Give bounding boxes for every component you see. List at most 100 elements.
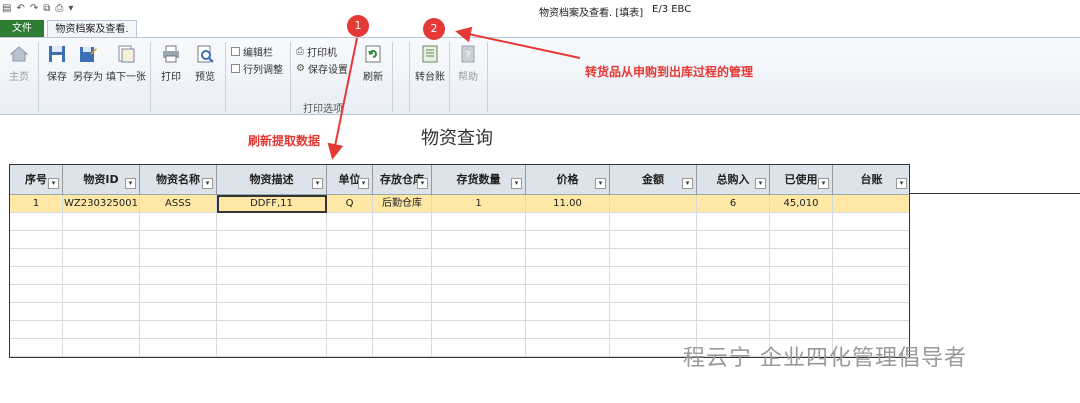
table-row[interactable] [10,285,909,303]
table-cell[interactable] [833,195,909,213]
table-cell[interactable] [217,267,327,285]
table-row[interactable] [10,231,909,249]
table-cell[interactable] [833,303,909,321]
table-cell[interactable] [697,231,770,249]
table-cell[interactable] [610,213,697,231]
table-cell[interactable] [432,231,526,249]
table-cell[interactable] [610,303,697,321]
table-cell[interactable] [697,249,770,267]
filter-dropdown-icon[interactable]: ▾ [202,178,213,189]
table-cell[interactable] [610,195,697,213]
table-cell[interactable] [63,303,140,321]
table-cell[interactable] [10,303,63,321]
table-cell[interactable] [140,213,217,231]
table-cell[interactable] [10,231,63,249]
filter-dropdown-icon[interactable]: ▾ [896,178,907,189]
table-cell[interactable] [10,285,63,303]
table-cell[interactable] [217,303,327,321]
table-cell[interactable] [610,267,697,285]
column-header[interactable]: 总购入 ▾ [697,165,770,195]
table-cell[interactable]: 11.00 [526,195,610,213]
table-row[interactable] [10,249,909,267]
table-cell[interactable] [217,285,327,303]
table-cell[interactable] [217,339,327,357]
table-cell[interactable] [373,321,432,339]
table-cell[interactable] [770,285,833,303]
table-cell[interactable]: 1 [10,195,63,213]
column-header[interactable]: 存货数量 ▾ [432,165,526,195]
table-cell[interactable] [10,339,63,357]
table-cell[interactable] [526,303,610,321]
table-cell[interactable] [140,249,217,267]
table-cell[interactable] [610,321,697,339]
table-cell[interactable] [610,231,697,249]
filter-dropdown-icon[interactable]: ▾ [818,178,829,189]
table-cell[interactable] [217,231,327,249]
table-cell[interactable] [526,339,610,357]
table-cell[interactable] [610,285,697,303]
filter-dropdown-icon[interactable]: ▾ [417,178,428,189]
table-cell[interactable] [63,321,140,339]
table-cell[interactable] [63,285,140,303]
table-cell[interactable] [833,213,909,231]
filter-dropdown-icon[interactable]: ▾ [755,178,766,189]
table-cell[interactable] [432,213,526,231]
table-cell[interactable] [432,303,526,321]
table-cell[interactable] [140,285,217,303]
table-cell[interactable]: Q [327,195,373,213]
table-cell[interactable] [327,285,373,303]
table-cell[interactable] [526,285,610,303]
table-cell[interactable] [217,249,327,267]
table-cell[interactable] [373,231,432,249]
table-cell[interactable] [833,249,909,267]
column-header[interactable]: 价格 ▾ [526,165,610,195]
table-cell[interactable] [63,267,140,285]
filter-dropdown-icon[interactable]: ▾ [595,178,606,189]
table-cell[interactable]: 6 [697,195,770,213]
table-cell[interactable] [526,249,610,267]
table-row[interactable] [10,267,909,285]
table-cell[interactable] [10,267,63,285]
table-row[interactable]: 1 WZ230325001 ASSS DDFF,11 Q 后勤仓库 1 11.00 6 45,01… [10,195,909,213]
table-cell[interactable] [140,303,217,321]
table-cell[interactable]: 45,010 [770,195,833,213]
table-cell[interactable] [697,213,770,231]
table-cell[interactable] [770,321,833,339]
table-cell[interactable] [327,339,373,357]
table-row[interactable] [10,213,909,231]
table-cell[interactable] [327,267,373,285]
column-header[interactable]: 物资名称 ▾ [140,165,217,195]
table-cell[interactable] [770,213,833,231]
column-header[interactable]: 台账 ▾ [833,165,909,195]
filter-dropdown-icon[interactable]: ▾ [358,178,369,189]
filter-dropdown-icon[interactable]: ▾ [511,178,522,189]
table-row[interactable] [10,321,909,339]
filter-dropdown-icon[interactable]: ▾ [682,178,693,189]
table-cell[interactable] [697,285,770,303]
table-cell[interactable] [526,321,610,339]
table-cell[interactable] [10,249,63,267]
table-cell[interactable]: WZ230325001 [63,195,140,213]
table-cell[interactable] [327,213,373,231]
table-cell[interactable] [63,249,140,267]
column-header[interactable]: 存放仓库 ▾ [373,165,432,195]
column-header[interactable]: 单位 ▾ [327,165,373,195]
table-cell[interactable] [10,321,63,339]
table-cell[interactable] [327,321,373,339]
table-cell[interactable] [63,213,140,231]
table-cell[interactable] [697,267,770,285]
table-cell[interactable] [432,285,526,303]
table-cell[interactable] [833,321,909,339]
column-header[interactable]: 已使用 ▾ [770,165,833,195]
column-header[interactable]: 物资ID ▾ [63,165,140,195]
table-row[interactable] [10,303,909,321]
table-cell[interactable] [432,267,526,285]
filter-dropdown-icon[interactable]: ▾ [125,178,136,189]
table-cell[interactable] [697,303,770,321]
table-cell[interactable] [432,321,526,339]
filter-dropdown-icon[interactable]: ▾ [48,178,59,189]
table-cell[interactable]: DDFF,11 [217,195,327,213]
table-cell[interactable] [140,267,217,285]
table-cell[interactable] [327,249,373,267]
table-cell[interactable]: 1 [432,195,526,213]
